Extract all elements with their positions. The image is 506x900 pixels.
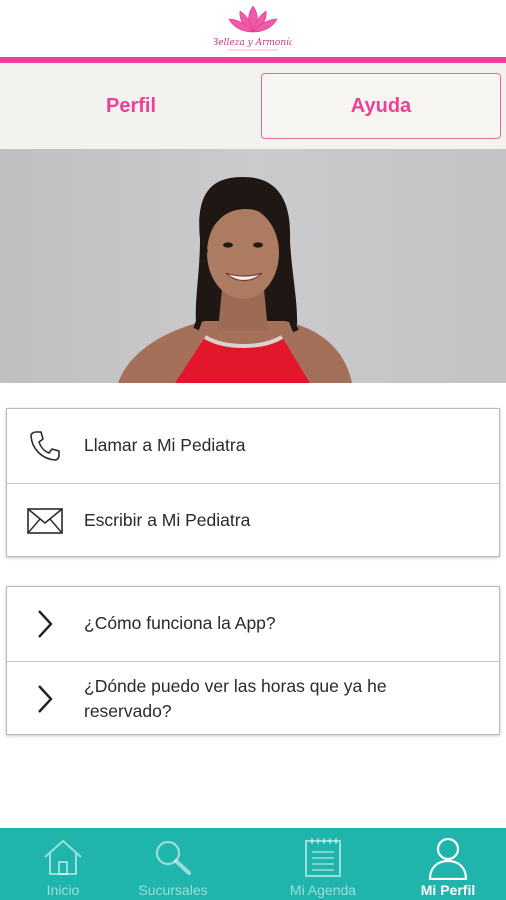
faq-item-how-app-works[interactable]: ¿Cómo funciona la App? (7, 587, 499, 661)
brand-logo: Belleza y Armonía (214, 2, 292, 54)
contact-card: Llamar a Mi Pediatra Escribir a Mi Pedia… (6, 408, 500, 557)
user-icon (427, 836, 469, 885)
home-icon (42, 838, 84, 881)
write-pediatrician-label: Escribir a Mi Pediatra (84, 510, 251, 530)
call-pediatrician-label: Llamar a Mi Pediatra (84, 435, 246, 455)
faq-question-label: ¿Dónde puedo ver las horas que ya he res… (84, 676, 387, 721)
call-pediatrician-row[interactable]: Llamar a Mi Pediatra (7, 409, 499, 483)
tab-ayuda[interactable]: Ayuda (261, 73, 501, 139)
profile-tabs: Perfil Ayuda (0, 63, 506, 149)
nav-item-mi-agenda[interactable]: Mi Agenda (260, 828, 386, 900)
nav-item-inicio[interactable]: Inicio (0, 828, 126, 900)
nav-label: Inicio (46, 882, 80, 898)
svg-text:Belleza y Armonía: Belleza y Armonía (214, 37, 292, 48)
nav-item-mi-perfil[interactable]: Mi Perfil (385, 828, 506, 900)
mail-icon (27, 503, 63, 539)
nav-item-sucursales[interactable]: Sucursales (110, 828, 236, 900)
nav-label: Mi Agenda (289, 882, 357, 898)
app-header: Belleza y Armonía (0, 0, 506, 58)
write-pediatrician-row[interactable]: Escribir a Mi Pediatra (7, 484, 499, 558)
nav-label: Mi Perfil (420, 882, 476, 898)
faq-card: ¿Cómo funciona la App? ¿Dónde puedo ver … (6, 586, 500, 735)
chevron-right-icon (27, 681, 63, 717)
phone-icon (27, 428, 63, 464)
search-icon (153, 838, 193, 881)
bottom-navigation: Inicio Sucursales Mi Agenda Mi Perfil (0, 828, 506, 900)
nav-label: Sucursales (138, 882, 208, 898)
profile-photo (0, 149, 506, 383)
tab-perfil[interactable]: Perfil (6, 73, 256, 139)
faq-item-reserved-hours[interactable]: ¿Dónde puedo ver las horas que ya he res… (7, 662, 499, 736)
notepad-icon (303, 836, 343, 883)
faq-question-label: ¿Cómo funciona la App? (84, 613, 276, 633)
chevron-right-icon (27, 606, 63, 642)
